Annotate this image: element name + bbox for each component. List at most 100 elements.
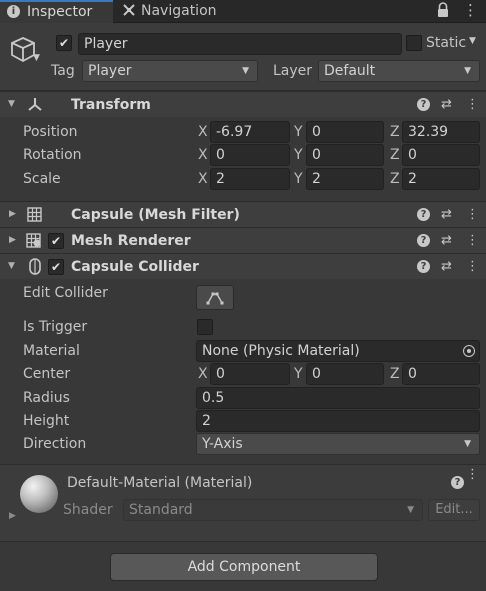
position-x-label[interactable]: X — [198, 122, 208, 142]
tag-label: Tag — [51, 63, 75, 79]
edit-collider-label: Edit Collider — [23, 285, 108, 301]
position-y-label[interactable]: Y — [294, 122, 303, 142]
preset-icon[interactable]: ⇄ — [441, 254, 452, 280]
tab-inspector[interactable]: i Inspector — [0, 0, 113, 23]
transform-icon — [27, 96, 43, 112]
mesh-renderer-title: Mesh Renderer — [71, 233, 191, 249]
height-field[interactable]: 2 — [196, 410, 480, 432]
rotation-x-label[interactable]: X — [198, 145, 208, 165]
capsule-collider-icon — [29, 258, 41, 275]
scale-label: Scale — [23, 171, 61, 187]
scale-z-field[interactable]: 2 — [402, 168, 480, 190]
help-icon[interactable]: ? — [451, 476, 464, 489]
static-checkbox[interactable] — [406, 35, 422, 51]
shader-chevron-down-icon: ▼ — [407, 505, 414, 515]
position-label: Position — [23, 124, 78, 140]
tag-chevron-down-icon: ▼ — [242, 66, 249, 76]
help-icon[interactable]: ? — [417, 208, 430, 221]
mesh-filter-icon — [27, 207, 42, 222]
component-menu-icon[interactable]: ⋮ — [466, 202, 479, 228]
direction-chevron-down-icon: ▼ — [464, 439, 471, 449]
tab-bar: i Inspector Navigation ⋮ — [0, 0, 486, 23]
center-x-label[interactable]: X — [198, 364, 208, 384]
direction-dropdown[interactable]: Y-Axis ▼ — [196, 433, 480, 455]
scale-z-label[interactable]: Z — [390, 169, 400, 189]
direction-label: Direction — [23, 436, 87, 452]
capsule-collider-enabled-checkbox[interactable]: ✔ — [48, 259, 64, 275]
capsule-collider-foldout-arrow[interactable]: ▼ — [8, 261, 15, 271]
scale-x-label[interactable]: X — [198, 169, 208, 189]
layer-chevron-down-icon: ▼ — [464, 66, 471, 76]
center-x-field[interactable]: 0 — [210, 363, 290, 385]
edit-collider-button[interactable] — [196, 285, 234, 310]
help-icon[interactable]: ? — [417, 260, 430, 273]
shader-value: Standard — [129, 502, 193, 518]
capsule-collider-header[interactable]: ▼ ✔ Capsule Collider ? ⇄ ⋮ — [0, 253, 486, 279]
center-z-label[interactable]: Z — [390, 364, 400, 384]
layer-dropdown[interactable]: Default ▼ — [318, 60, 480, 82]
tag-value: Player — [88, 63, 132, 79]
rotation-z-field[interactable]: 0 — [402, 144, 480, 166]
preset-icon[interactable]: ⇄ — [441, 202, 452, 228]
more-options-icon[interactable]: ⋮ — [463, 1, 478, 19]
position-x-field[interactable]: -6.97 — [210, 121, 290, 143]
rotation-x-field[interactable]: 0 — [210, 144, 290, 166]
transform-foldout-arrow[interactable]: ▼ — [8, 99, 15, 109]
center-y-label[interactable]: Y — [294, 364, 303, 384]
preset-icon[interactable]: ⇄ — [441, 92, 452, 118]
layer-value: Default — [324, 63, 376, 79]
rotation-y-label[interactable]: Y — [294, 145, 303, 165]
tab-navigation[interactable]: Navigation — [116, 0, 246, 23]
rotation-y-field[interactable]: 0 — [306, 144, 384, 166]
mesh-renderer-foldout-arrow[interactable]: ▶ — [9, 235, 16, 245]
mesh-filter-foldout-arrow[interactable]: ▶ — [9, 209, 16, 219]
shader-edit-button[interactable]: Edit... — [428, 499, 480, 521]
component-menu-icon[interactable]: ⋮ — [466, 228, 479, 254]
layer-label: Layer — [273, 63, 313, 79]
rotation-z-label[interactable]: Z — [390, 145, 400, 165]
center-y-field[interactable]: 0 — [306, 363, 384, 385]
component-menu-icon[interactable]: ⋮ — [466, 254, 479, 280]
static-label: Static — [426, 35, 467, 51]
position-z-field[interactable]: 32.39 — [402, 121, 480, 143]
help-icon[interactable]: ? — [417, 234, 430, 247]
transform-header[interactable]: ▼ Transform ? ⇄ ⋮ — [0, 91, 486, 117]
shader-edit-label: Edit... — [435, 502, 473, 517]
material-object-field[interactable]: None (Physic Material) — [196, 340, 480, 362]
mesh-renderer-header[interactable]: ▶ ✔ Mesh Renderer ? ⇄ ⋮ — [0, 227, 486, 253]
position-y-field[interactable]: 0 — [306, 121, 384, 143]
tag-dropdown[interactable]: Player ▼ — [82, 60, 258, 82]
is-trigger-checkbox[interactable] — [197, 319, 213, 335]
material-section: ▶ Default-Material (Material) Shader Sta… — [0, 464, 486, 542]
scale-y-label[interactable]: Y — [294, 169, 303, 189]
radius-label: Radius — [23, 390, 70, 406]
rotation-label: Rotation — [23, 147, 82, 163]
preset-icon[interactable]: ⇄ — [441, 228, 452, 254]
mesh-renderer-icon — [26, 233, 42, 248]
is-trigger-label: Is Trigger — [23, 319, 88, 335]
center-z-field[interactable]: 0 — [402, 363, 480, 385]
active-checkbox[interactable]: ✔ — [56, 35, 72, 51]
mesh-filter-header[interactable]: ▶ Capsule (Mesh Filter) ? ⇄ ⋮ — [0, 201, 486, 227]
object-name-field[interactable]: Player — [78, 33, 402, 55]
mesh-renderer-enabled-checkbox[interactable]: ✔ — [48, 233, 64, 249]
component-menu-icon[interactable]: ⋮ — [466, 92, 479, 118]
help-icon[interactable]: ? — [417, 98, 430, 111]
component-menu-icon[interactable]: ⋮ — [466, 462, 479, 488]
center-label: Center — [23, 366, 71, 382]
gameobject-icon-dropdown[interactable]: ▼ — [33, 53, 40, 63]
static-dropdown-icon[interactable]: ▼ — [469, 36, 476, 46]
material-label: Material — [23, 343, 80, 359]
add-component-button[interactable]: Add Component — [110, 553, 378, 581]
gameobject-header: ▼ ✔ Player Static ▼ Tag Player ▼ Layer D… — [0, 23, 486, 91]
radius-field[interactable]: 0.5 — [196, 387, 480, 409]
object-picker-icon[interactable] — [463, 345, 475, 357]
capsule-collider-title: Capsule Collider — [71, 259, 199, 275]
scale-y-field[interactable]: 2 — [306, 168, 384, 190]
position-z-label[interactable]: Z — [390, 122, 400, 142]
lock-icon[interactable] — [436, 2, 450, 18]
shader-dropdown[interactable]: Standard ▼ — [123, 499, 423, 521]
navigation-icon — [122, 3, 136, 17]
scale-x-field[interactable]: 2 — [210, 168, 290, 190]
material-foldout-arrow[interactable]: ▶ — [9, 511, 16, 521]
